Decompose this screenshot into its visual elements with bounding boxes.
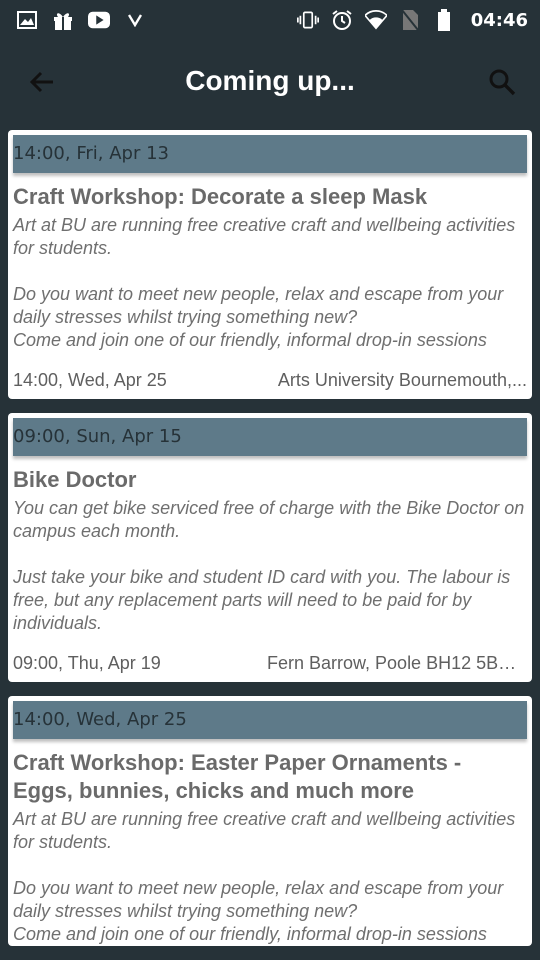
search-icon [489, 69, 516, 96]
vibrate-icon [296, 9, 319, 31]
event-date-header: 14:00, Wed, Apr 25 [13, 701, 527, 739]
arrow-back-icon [29, 71, 53, 93]
event-date-header: 14:00, Fri, Apr 13 [13, 135, 527, 173]
no-sim-icon [399, 9, 421, 31]
event-footer: 09:00, Thu, Apr 19 Fern Barrow, Poole BH… [13, 653, 527, 682]
gallery-icon [16, 9, 38, 31]
event-card[interactable]: 14:00, Wed, Apr 25 Craft Workshop: Easte… [8, 696, 532, 946]
event-card[interactable]: 14:00, Fri, Apr 13 Craft Workshop: Decor… [8, 130, 532, 399]
alarm-icon [331, 9, 353, 31]
app-bar: Coming up... [0, 40, 540, 122]
event-date-header: 09:00, Sun, Apr 15 [13, 418, 527, 456]
event-description: Art at BU are running free creative craf… [13, 809, 516, 944]
search-button[interactable] [482, 62, 522, 102]
youtube-icon [88, 9, 110, 31]
event-end-time: 09:00, Thu, Apr 19 [13, 653, 161, 673]
status-time: 04:46 [470, 9, 528, 31]
page-title: Coming up... [185, 65, 355, 96]
event-end-time: 14:00, Wed, Apr 25 [13, 370, 167, 390]
back-button[interactable] [22, 62, 62, 102]
gift-icon [52, 9, 74, 31]
event-description: Art at BU are running free creative craf… [13, 215, 516, 350]
battery-icon [433, 9, 455, 31]
wifi-icon [364, 9, 387, 31]
v-icon [124, 9, 146, 31]
event-footer: 14:00, Wed, Apr 25 Arts University Bourn… [13, 370, 527, 399]
event-card[interactable]: 09:00, Sun, Apr 15 Bike Doctor You can g… [8, 413, 532, 682]
event-description: You can get bike serviced free of charge… [13, 498, 525, 633]
event-title: Craft Workshop: Easter Paper Ornaments -… [13, 750, 462, 803]
event-location: Fern Barrow, Poole BH12 5BB, UK [267, 653, 527, 673]
events-list: 14:00, Fri, Apr 13 Craft Workshop: Decor… [8, 130, 532, 960]
event-title: Bike Doctor [13, 467, 137, 492]
event-location: Arts University Bournemouth,... [277, 370, 527, 390]
event-title: Craft Workshop: Decorate a sleep Mask [13, 184, 428, 209]
status-bar: 04:46 [0, 0, 540, 40]
